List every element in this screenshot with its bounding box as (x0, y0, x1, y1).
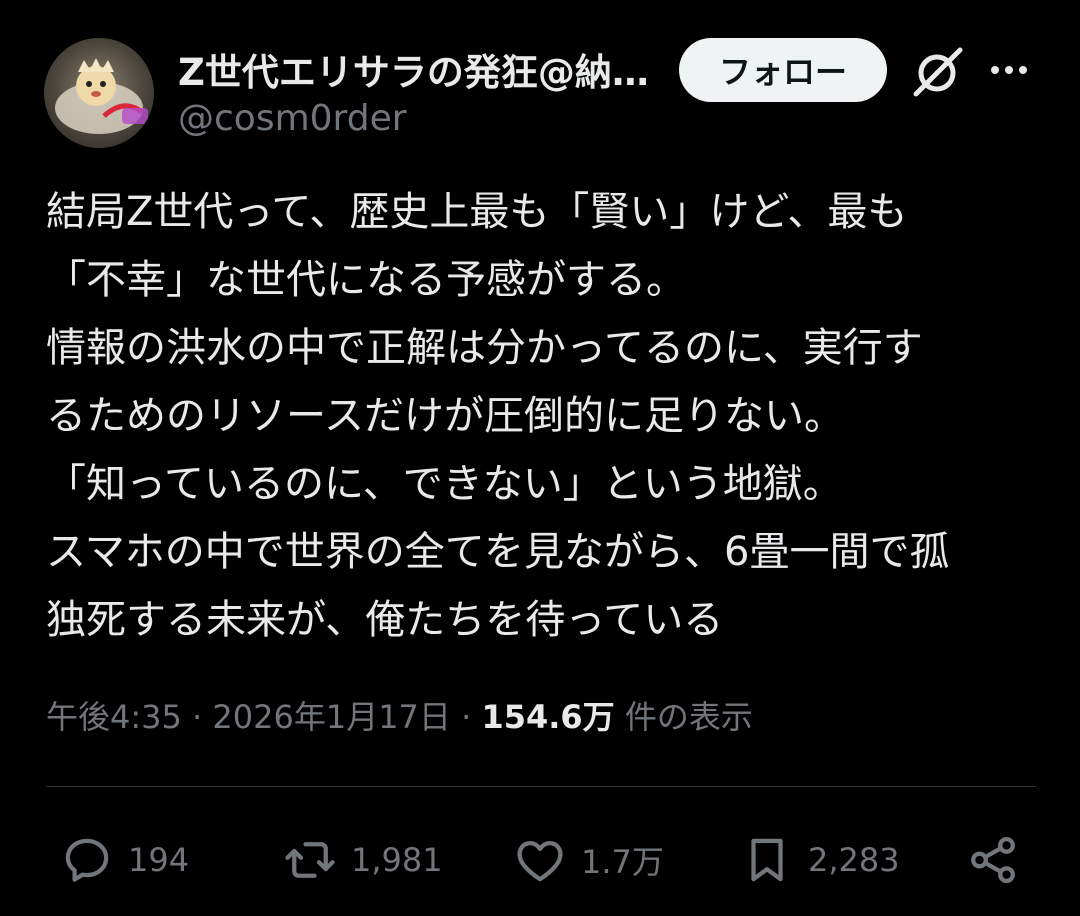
avatar[interactable] (44, 38, 154, 148)
like-button[interactable]: 1.7万 (513, 820, 664, 900)
repost-button[interactable]: 1,981 (283, 820, 443, 900)
bookmark-icon (751, 838, 783, 882)
views-count[interactable]: 154.6万 (481, 698, 614, 736)
tweet-date[interactable]: 2026年1月17日 (212, 698, 451, 736)
meta-separator: · (192, 698, 203, 736)
tweet-text-line: 「不幸」な世代になる予感がする。 (46, 257, 686, 303)
author-display-name[interactable]: Z世代エリサラの発狂@納… (178, 42, 658, 96)
share-button[interactable] (966, 820, 1020, 900)
divider (46, 786, 1036, 787)
reply-icon (65, 838, 109, 882)
grok-icon[interactable] (910, 44, 966, 100)
avatar-image (55, 58, 148, 134)
tweet-text-line: るためのリソースだけが圧倒的に足りない。 (46, 393, 844, 439)
action-bar: 194 1,981 1.7万 2,283 (0, 820, 1080, 900)
tweet-text: 結局Z世代って、歴史上最も「賢い」けど、最も 「不幸」な世代になる予感がする。 … (46, 178, 1046, 654)
tweet-text-line: 情報の洪水の中で正解は分かってるのに、実行す (46, 325, 923, 371)
share-icon (971, 836, 1015, 884)
tweet-header: Z世代エリサラの発狂@納… @cosm0rder フォロー (0, 0, 1080, 160)
bookmark-count: 2,283 (808, 841, 900, 879)
more-icon[interactable] (985, 50, 1033, 90)
like-count: 1.7万 (581, 843, 664, 881)
meta-separator: · (461, 698, 472, 736)
repost-count: 1,981 (351, 841, 443, 879)
author-handle[interactable]: @cosm0rder (178, 98, 407, 139)
tweet-metadata: 午後4:35 · 2026年1月17日 · 154.6万 件の表示 (46, 692, 753, 738)
like-icon (517, 840, 563, 882)
tweet-text-line: 「知っているのに、できない」という地獄。 (46, 461, 843, 507)
bookmark-button[interactable]: 2,283 (740, 820, 900, 900)
reply-button[interactable]: 194 (60, 820, 189, 900)
tweet-text-line: 独死する未来が、俺たちを待っている (46, 597, 724, 643)
repost-icon (285, 842, 335, 878)
reply-count: 194 (128, 841, 190, 879)
tweet-time[interactable]: 午後4:35 (46, 698, 182, 736)
tweet-text-line: 結局Z世代って、歴史上最も「賢い」けど、最も (46, 189, 908, 235)
tweet-text-line: スマホの中で世界の全てを見ながら、6畳一間で孤 (46, 529, 950, 575)
follow-button[interactable]: フォロー (679, 38, 887, 102)
views-label: 件の表示 (624, 698, 753, 736)
